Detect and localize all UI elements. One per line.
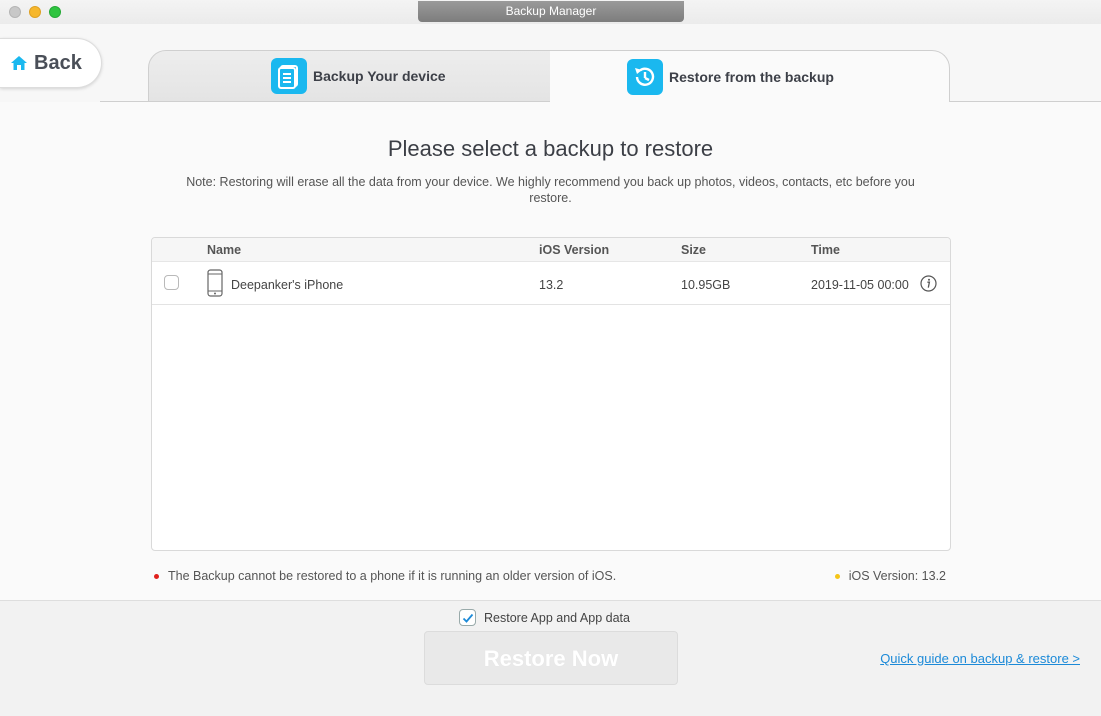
restore-note: Note: Restoring will erase all the data … — [186, 175, 915, 205]
window-title: Backup Manager — [418, 1, 684, 22]
back-button[interactable]: Back — [0, 38, 102, 88]
footer: Restore App and App data Restore Now Qui… — [0, 601, 1101, 716]
version-warning: The Backup cannot be restored to a phone… — [154, 569, 616, 583]
phone-icon — [207, 269, 223, 297]
home-icon — [11, 56, 27, 70]
tab-restore-label: Restore from the backup — [669, 68, 834, 85]
row-time: 2019-11-05 00:00 — [811, 278, 909, 292]
maximize-window-button[interactable] — [49, 6, 61, 18]
column-ios-version: iOS Version — [539, 243, 610, 257]
backup-doc-icon — [271, 58, 307, 94]
tab-bar: Backup Your device Restore from the back… — [0, 24, 1101, 102]
backup-table: Name iOS Version Size Time Deepanker's i… — [151, 237, 951, 551]
tab-restore-backup[interactable]: Restore from the backup — [550, 50, 950, 102]
minimize-window-button[interactable] — [29, 6, 41, 18]
info-icon[interactable] — [920, 275, 937, 292]
restore-app-checkbox[interactable] — [459, 609, 476, 626]
tab-backup-label: Backup Your device — [313, 68, 446, 84]
version-dot — [834, 573, 840, 579]
app-window: Backup Manager Backup Your device Restor… — [0, 0, 1101, 716]
restore-app-label: Restore App and App data — [484, 610, 630, 625]
column-name: Name — [207, 243, 242, 257]
main-content: Please select a backup to restore Note: … — [0, 102, 1101, 716]
close-window-button[interactable] — [9, 6, 21, 18]
column-size: Size — [681, 243, 707, 257]
row-ios-version: 13.2 — [539, 278, 564, 292]
title-bar: Backup Manager — [0, 0, 1101, 24]
warning-dot — [154, 573, 159, 579]
ios-version-text: iOS Version: 13.2 — [848, 569, 946, 583]
restore-clock-icon — [627, 58, 663, 95]
column-time: Time — [811, 243, 840, 257]
row-name: Deepanker's iPhone — [231, 278, 344, 292]
row-checkbox[interactable] — [164, 275, 179, 290]
row-size: 10.95GB — [681, 278, 731, 292]
quick-guide-link[interactable]: Quick guide on backup & restore > — [880, 651, 1080, 666]
checkmark-icon — [462, 613, 473, 623]
table-header: Name iOS Version Size Time — [152, 238, 950, 262]
ios-version-status: iOS Version: 13.2 — [834, 569, 946, 583]
restore-app-option[interactable]: Restore App and App data — [459, 609, 630, 626]
page-title: Please select a backup to restore — [387, 136, 714, 161]
restore-now-button[interactable]: Restore Now — [424, 631, 678, 685]
table-row[interactable]: Deepanker's iPhone 13.2 10.95GB 2019-11-… — [152, 262, 950, 305]
tab-backup-device[interactable]: Backup Your device — [148, 50, 551, 102]
back-label: Back — [34, 51, 82, 74]
version-warning-text: The Backup cannot be restored to a phone… — [168, 569, 617, 583]
